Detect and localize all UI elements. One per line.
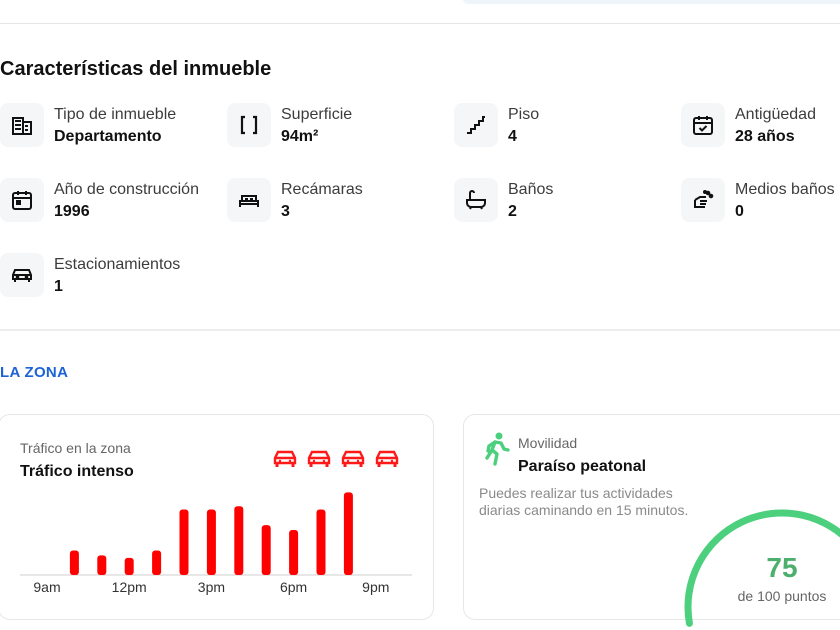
feature-piso: Piso 4	[454, 103, 539, 149]
x-tick-label: 6pm	[280, 579, 307, 595]
feature-label: Baños	[508, 181, 554, 198]
building-icon	[0, 103, 44, 147]
mobility-score: 75	[766, 552, 798, 583]
feature-value: 3	[281, 203, 290, 220]
feature-tipo: Tipo de inmueble Departamento	[0, 103, 176, 149]
characteristics-title: Características del inmueble	[0, 58, 272, 80]
feature-label: Superficie	[281, 106, 353, 123]
feature-label: Medios baños	[735, 181, 835, 198]
traffic-bar	[124, 557, 134, 575]
calendar-icon	[0, 178, 44, 222]
red-car-icon	[307, 450, 331, 467]
feature-label: Año de construcción	[54, 181, 199, 198]
traffic-bar	[97, 555, 107, 575]
traffic-level-cars	[272, 448, 400, 470]
feature-superficie: Superficie 94m²	[227, 103, 352, 149]
traffic-chart: 9am 12pm 3pm 6pm 9pm	[20, 492, 412, 595]
feature-medios-banos: Medios baños 0	[681, 178, 835, 224]
feature-value: Departamento	[54, 128, 162, 145]
traffic-bar	[261, 525, 271, 575]
mobility-level: Paraíso peatonal	[518, 458, 647, 475]
feature-value: 4	[508, 128, 517, 145]
traffic-bar	[289, 530, 299, 575]
feature-value: 2	[508, 203, 517, 220]
feature-antiguedad: Antigüedad 28 años	[681, 103, 816, 149]
feature-value: 1	[54, 278, 63, 295]
traffic-bar	[206, 509, 216, 575]
traffic-bar	[152, 550, 162, 575]
x-tick-label: 9am	[33, 579, 60, 595]
traffic-bar	[343, 492, 353, 575]
feature-recamaras: Recámaras 3	[227, 178, 363, 224]
x-tick-label: 3pm	[198, 579, 225, 595]
bed-icon	[227, 178, 271, 222]
stairs-icon	[454, 103, 498, 147]
traffic-bar	[234, 506, 244, 575]
x-tick-label: 12pm	[112, 579, 147, 595]
mobility-score-caption: de 100 puntos	[737, 588, 827, 604]
mobility-sublabel: Movilidad	[518, 435, 578, 451]
zone-title: LA ZONA	[0, 364, 69, 381]
bathtub-icon	[454, 178, 498, 222]
feature-label: Piso	[508, 106, 540, 123]
walking-person-icon	[485, 432, 510, 466]
traffic-sublabel: Tráfico en la zona	[20, 440, 131, 456]
feature-banos: Baños 2	[454, 178, 553, 224]
traffic-bar	[179, 509, 189, 575]
feature-value: 28 años	[735, 128, 795, 145]
feature-value: 1996	[54, 203, 90, 220]
red-car-icon	[375, 450, 399, 467]
area-brackets-icon	[227, 103, 271, 147]
feature-value: 0	[735, 203, 744, 220]
traffic-bar	[316, 509, 326, 575]
previous-card-highlight	[462, 0, 840, 4]
red-car-icon	[341, 450, 365, 467]
feature-label: Estacionamientos	[54, 256, 181, 273]
feature-value: 94m²	[281, 128, 319, 145]
traffic-bar	[69, 550, 79, 575]
section-divider	[0, 329, 840, 331]
traffic-level: Tráfico intenso	[20, 463, 134, 480]
feature-label: Tipo de inmueble	[54, 106, 177, 123]
red-car-icon	[273, 450, 297, 467]
car-icon	[0, 253, 44, 297]
feature-label: Recámaras	[281, 181, 363, 198]
x-tick-label: 9pm	[362, 579, 389, 595]
mobility-description: Puedes realizar tus actividades diarias …	[479, 485, 689, 518]
feature-anio: Año de construcción 1996	[0, 178, 199, 224]
hand-wash-icon	[681, 178, 725, 222]
calendar-check-icon	[681, 103, 725, 147]
feature-label: Antigüedad	[735, 106, 816, 123]
feature-estacionamientos: Estacionamientos 1	[0, 253, 180, 299]
